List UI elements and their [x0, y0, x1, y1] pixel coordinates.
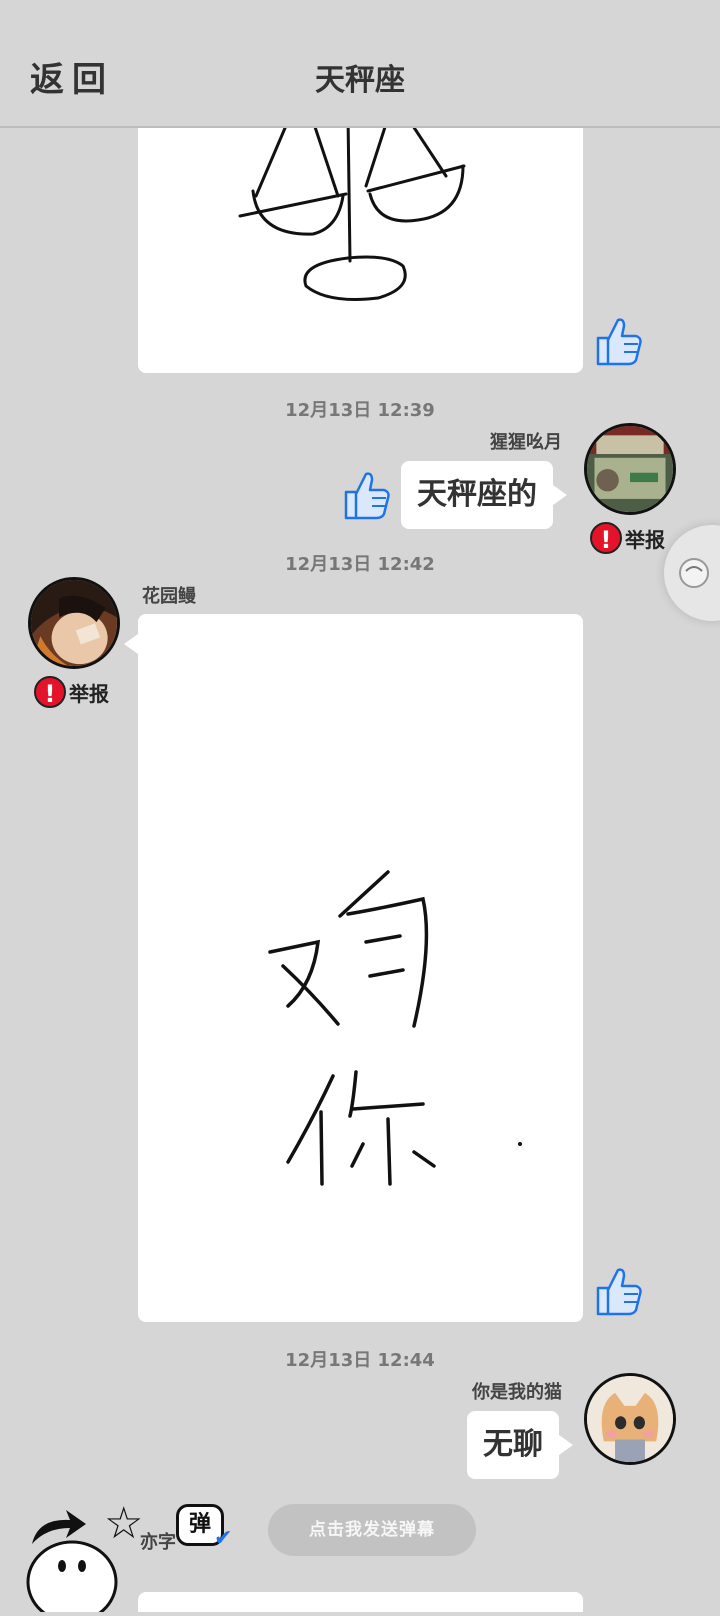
timestamp: 12月13日 12:44: [285, 1350, 435, 1371]
report-button[interactable]: ! 举报: [34, 676, 109, 708]
handwritten-text-drawing: [268, 870, 522, 1186]
avatar[interactable]: [28, 577, 120, 669]
message-bubble[interactable]: 无聊: [467, 1411, 573, 1479]
avatar[interactable]: [584, 1373, 676, 1465]
report-icon: !: [34, 676, 66, 708]
balance-scale-drawing: [238, 126, 466, 301]
username: 猩猩吆月: [490, 432, 562, 453]
username: 花园鳗: [142, 586, 196, 607]
like-thumb-icon[interactable]: [340, 468, 392, 522]
partial-username: 亦字: [140, 1532, 176, 1553]
next-card-edge: [138, 1592, 583, 1612]
timestamp: 12月13日 12:42: [285, 554, 435, 575]
like-thumb-icon[interactable]: [592, 314, 644, 368]
drawing-card[interactable]: [138, 126, 583, 373]
page-title: 天秤座: [315, 63, 405, 98]
drawing-card[interactable]: [124, 614, 583, 1322]
avatar[interactable]: [584, 423, 676, 515]
chat-feed[interactable]: 12月13日 12:39 猩猩吆月 ! 举报 天秤座的 12月13日 12:42…: [0, 126, 720, 1600]
report-label: 举报: [625, 527, 665, 552]
floating-sticker-button[interactable]: [664, 525, 720, 621]
star-icon[interactable]: ☆: [104, 1502, 143, 1546]
username: 你是我的猫: [472, 1382, 562, 1403]
timestamp: 12月13日 12:39: [285, 400, 435, 421]
sticker-icon: [679, 558, 709, 588]
message-bubble[interactable]: 天秤座的: [401, 461, 567, 529]
check-icon: ✔: [214, 1526, 233, 1551]
share-arrow-icon[interactable]: [28, 1508, 88, 1548]
top-bar: 返回 天秤座: [0, 0, 720, 128]
like-thumb-icon[interactable]: [592, 1264, 644, 1318]
danmu-input[interactable]: 点击我发送弹幕: [268, 1504, 476, 1556]
report-label: 举报: [69, 681, 109, 706]
